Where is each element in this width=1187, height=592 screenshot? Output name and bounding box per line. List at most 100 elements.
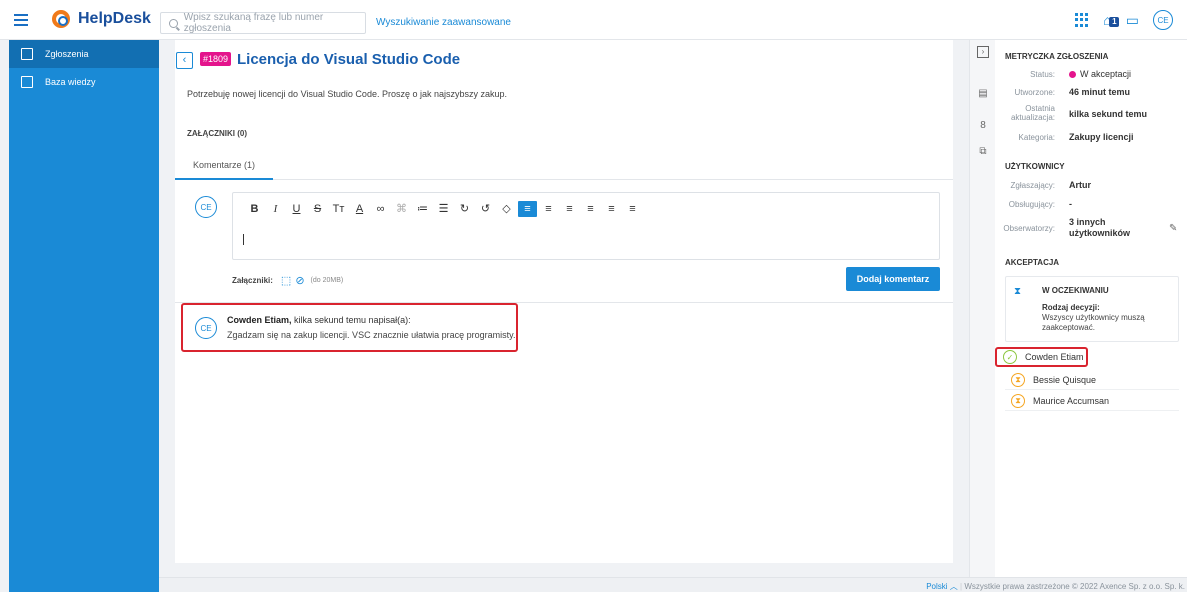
sidebar-item-label: Baza wiedzy (45, 77, 96, 87)
undo-icon[interactable]: ↺ (476, 201, 495, 217)
text-size-icon[interactable]: Tт (329, 201, 348, 217)
attachments-label: Załączniki: (232, 276, 273, 285)
lifebuoy-icon (52, 10, 70, 28)
sidebar: Zgłoszenia Baza wiedzy (9, 40, 159, 592)
status-value: W akceptacji (1069, 69, 1131, 79)
user-avatar[interactable]: CE (1153, 10, 1173, 30)
language-selector[interactable]: Polski ︿ (926, 582, 958, 591)
map-icon (21, 48, 33, 60)
indent-icon[interactable]: ≡ (581, 201, 600, 217)
app-name: HelpDesk (78, 10, 151, 27)
topbar-icons: ⌂ 1 ▭ CE (1075, 10, 1173, 30)
redo-icon[interactable]: ↻ (455, 201, 474, 217)
observers-value-1[interactable]: 3 innych (1069, 217, 1106, 227)
handler-value: - (1069, 199, 1072, 209)
reporter-value: Artur (1069, 180, 1091, 190)
acceptance-state: W OCZEKIWANIU (1042, 286, 1109, 295)
tab-bar: Komentarze (1) (175, 152, 953, 180)
users-heading: UŻYTKOWNICY (1005, 162, 1065, 171)
eraser-icon[interactable]: ◇ (497, 201, 516, 217)
created-value: 46 minut temu (1069, 87, 1131, 97)
category-label: Kategoria: (1018, 133, 1055, 142)
ticket-number-badge: #1809 (200, 52, 232, 66)
bold-icon[interactable]: B (245, 201, 264, 217)
align-right-icon[interactable]: ≡ (560, 201, 579, 217)
top-bar: HelpDesk Wpisz szukaną frazę lub numer z… (0, 0, 1187, 40)
ticket-title: Licencja do Visual Studio Code (237, 51, 461, 68)
decision-label: Rodzaj decyzji: (1042, 303, 1100, 312)
comment-item: CE Cowden Etiam, kilka sekund temu napis… (181, 303, 518, 352)
details-panel: METRYCZKA ZGŁOSZENIA Status: W akceptacj… (995, 40, 1187, 577)
apps-grid-icon[interactable] (1075, 13, 1089, 27)
font-color-icon[interactable]: A (350, 201, 369, 217)
hourglass-icon: ⧗ (1014, 286, 1022, 297)
category-value: Zakupy licencji (1069, 132, 1134, 142)
align-center-icon[interactable]: ≡ (539, 201, 558, 217)
attach-link-icon[interactable]: ⊘ (295, 274, 304, 287)
sidebar-item-label: Zgłoszenia (45, 49, 89, 59)
approver-name: Maurice Accumsan (1033, 395, 1110, 406)
copyright-text: Wszystkie prawa zastrzeżone © 2022 Axenc… (964, 582, 1185, 591)
search-placeholder: Wpisz szukaną frazę lub numer zgłoszenia (183, 12, 324, 34)
bullet-list-icon[interactable]: ≔ (413, 201, 432, 217)
updated-value: kilka sekund temu (1069, 109, 1148, 119)
app-logo[interactable]: HelpDesk (52, 10, 151, 28)
align-left-icon[interactable]: ≡ (518, 201, 537, 217)
upload-icon[interactable]: ⬚ (281, 274, 291, 287)
tab-comments[interactable]: Komentarze (1) (175, 152, 273, 180)
justify-icon[interactable]: ≡ (623, 201, 642, 217)
approver-name: Bessie Quisque (1033, 374, 1097, 385)
sidebar-item-tickets[interactable]: Zgłoszenia (9, 40, 159, 68)
approver-row: ✓ Cowden Etiam (995, 347, 1088, 367)
chat-icon[interactable]: ▭ (1126, 12, 1139, 29)
back-button[interactable]: ‹ (176, 52, 193, 69)
comment-author: Cowden Etiam, (227, 315, 292, 325)
text-caret (243, 234, 244, 245)
approver-name: Cowden Etiam (1025, 352, 1084, 362)
italic-icon[interactable]: I (266, 201, 285, 217)
size-limit: (do 20MB) (310, 277, 344, 284)
attachments-heading: ZAŁĄCZNIKI (0) (187, 129, 247, 138)
edit-pencil-icon[interactable]: ✎ (1169, 223, 1177, 234)
check-circle-icon: ✓ (1003, 350, 1017, 364)
unlink-icon[interactable]: ⌘ (392, 201, 411, 217)
comment-meta: kilka sekund temu napisał(a): (291, 315, 411, 325)
editor-toolbar: B I U S Tт A ∞ ⌘ ≔ ☰ ↻ ↺ ◇ ≡ ≡ ≡ ≡ ≡ ≡ (245, 201, 644, 217)
updated-label-1: Ostatnia (1025, 104, 1055, 113)
acceptance-box: ⧗ W OCZEKIWANIU Rodzaj decyzji: Wszyscy … (1005, 276, 1179, 342)
hourglass-circle-icon: ⧗ (1011, 393, 1025, 408)
outdent-icon[interactable]: ≡ (602, 201, 621, 217)
ticket-description: Potrzebuję nowej licencji do Visual Stud… (187, 89, 508, 99)
reporter-label: Zgłaszający: (1010, 181, 1055, 190)
acceptance-heading: AKCEPTACJA (1005, 258, 1060, 267)
notifications-button[interactable]: ⌂ 1 (1103, 12, 1120, 28)
status-label: Status: (1030, 70, 1055, 79)
related-icon[interactable]: ⧉ (977, 146, 989, 158)
menu-icon[interactable] (14, 14, 28, 26)
sidebar-item-knowledge-base[interactable]: Baza wiedzy (9, 68, 159, 96)
ticket-panel: ‹ #1809 Licencja do Visual Studio Code P… (175, 40, 953, 563)
hourglass-circle-icon: ⧗ (1011, 372, 1025, 387)
comment-avatar: CE (195, 317, 217, 339)
comment-editor[interactable]: B I U S Tт A ∞ ⌘ ≔ ☰ ↻ ↺ ◇ ≡ ≡ ≡ ≡ ≡ ≡ (232, 192, 940, 260)
link-icon[interactable]: ∞ (371, 201, 390, 217)
comment-header: Cowden Etiam, kilka sekund temu napisał(… (227, 315, 411, 325)
handler-label: Obsługujący: (1008, 200, 1055, 209)
search-input[interactable]: Wpisz szukaną frazę lub numer zgłoszenia (160, 12, 366, 34)
observers-value-2[interactable]: użytkowników (1069, 228, 1130, 238)
strikethrough-icon[interactable]: S (308, 201, 327, 217)
metrics-heading: METRYCZKA ZGŁOSZENIA (1005, 52, 1109, 61)
collapse-panel-icon[interactable]: › (977, 46, 989, 58)
footer-content: Polski ︿ | Wszystkie prawa zastrzeżone ©… (926, 582, 1185, 591)
advanced-search-link[interactable]: Wyszukiwanie zaawansowane (376, 17, 511, 28)
attachments-row: Załączniki: ⬚ ⊘ (do 20MB) (232, 274, 343, 287)
approver-row: ⧗ Maurice Accumsan (1005, 391, 1179, 411)
status-text: W akceptacji (1080, 69, 1132, 79)
notification-count-badge: 1 (1109, 17, 1120, 27)
numbered-list-icon[interactable]: ☰ (434, 201, 453, 217)
approver-row: ⧗ Bessie Quisque (1005, 370, 1179, 390)
add-comment-button[interactable]: Dodaj komentarz (846, 267, 940, 291)
decision-value: Wszyscy użytkownicy muszą zaakceptować. (1042, 313, 1145, 332)
underline-icon[interactable]: U (287, 201, 306, 217)
status-dot (1069, 71, 1076, 79)
